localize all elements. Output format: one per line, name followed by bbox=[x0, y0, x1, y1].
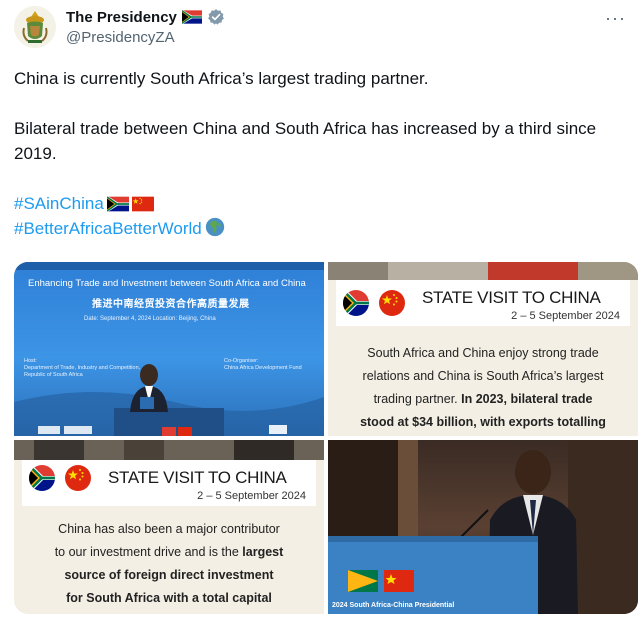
display-name[interactable]: The Presidency bbox=[66, 9, 177, 26]
media-image-conference[interactable]: Enhancing Trade and Investment between S… bbox=[14, 262, 324, 436]
trade-line-3: trading partner. In 2023, bilateral trad… bbox=[328, 388, 638, 411]
state-visit-title: STATE VISIT TO CHINA bbox=[422, 288, 601, 307]
china-flag-icon bbox=[379, 290, 405, 316]
china-flag-icon bbox=[131, 196, 154, 212]
author-handle[interactable]: @PresidencyZA bbox=[66, 29, 175, 46]
tweet-header: The Presidency @PresidencyZA ··· bbox=[14, 6, 626, 50]
avatar[interactable] bbox=[14, 6, 56, 48]
state-visit-banner: STATE VISIT TO CHINA 2 – 5 September 202… bbox=[22, 460, 316, 506]
trade-line-1: South Africa and China enjoy strong trad… bbox=[367, 346, 599, 360]
south-africa-flag-icon bbox=[181, 10, 202, 24]
tweet-paragraph-1: China is currently South Africa’s larges… bbox=[14, 69, 429, 88]
investment-line-2-normal: to our investment drive and is the bbox=[54, 545, 243, 559]
name-row: The Presidency bbox=[66, 8, 225, 26]
hashtag-sainchina[interactable]: #SAinChina bbox=[14, 194, 104, 213]
tweet-paragraph-2: Bilateral trade between China and South … bbox=[14, 119, 597, 163]
media-image-state-visit-trade[interactable]: STATE VISIT TO CHINA 2 – 5 September 202… bbox=[328, 262, 638, 436]
host-text: Department of Trade, Industry and Compet… bbox=[24, 365, 141, 378]
state-visit-dates: 2 – 5 September 2024 bbox=[511, 310, 620, 322]
host-label: Host: bbox=[24, 358, 37, 364]
conference-coorganiser: Co-Organiser: China Africa Development F… bbox=[224, 358, 314, 372]
south-africa-flag-icon bbox=[29, 465, 55, 491]
more-icon[interactable]: ··· bbox=[605, 8, 626, 29]
hashtag-betterafrica[interactable]: #BetterAfricaBetterWorld bbox=[14, 219, 202, 238]
trade-line-2: relations and China is South Africa’s la… bbox=[362, 369, 604, 383]
investment-line-4: for South Africa with a total capital bbox=[14, 587, 324, 610]
trade-line-4-bold: stood at $34 billion, with exports total… bbox=[360, 415, 606, 429]
hashtag-line-2: #BetterAfricaBetterWorld bbox=[14, 216, 626, 241]
state-visit-banner: STATE VISIT TO CHINA 2 – 5 September 202… bbox=[336, 280, 630, 326]
investment-body-text: China has also been a major contributor … bbox=[14, 518, 324, 610]
coorg-label: Co-Organiser: bbox=[224, 358, 259, 364]
conference-date: Date: September 4, 2024 Location: Beijin… bbox=[84, 316, 216, 322]
conference-title: Enhancing Trade and Investment between S… bbox=[28, 278, 306, 289]
tweet-body: China is currently South Africa’s larges… bbox=[14, 66, 626, 241]
conference-host: Host: Department of Trade, Industry and … bbox=[24, 358, 144, 379]
trade-line-4: stood at $34 billion, with exports total… bbox=[328, 411, 638, 434]
president-podium-photo bbox=[328, 440, 638, 614]
media-image-state-visit-investment[interactable]: STATE VISIT TO CHINA 2 – 5 September 202… bbox=[14, 440, 324, 614]
china-flag-icon bbox=[65, 465, 91, 491]
trade-line-3-bold: In 2023, bilateral trade bbox=[461, 392, 593, 406]
investment-line-3-bold: source of foreign direct investment bbox=[64, 568, 274, 582]
state-visit-dates: 2 – 5 September 2024 bbox=[197, 490, 306, 502]
investment-line-2: to our investment drive and is the large… bbox=[14, 541, 324, 564]
investment-line-1: China has also been a major contributor bbox=[58, 522, 280, 536]
verified-badge-icon bbox=[208, 9, 224, 25]
globe-africa-icon bbox=[205, 217, 224, 237]
state-visit-title: STATE VISIT TO CHINA bbox=[108, 468, 287, 487]
investment-line-2-bold: largest bbox=[242, 545, 284, 559]
coat-of-arms-icon bbox=[14, 6, 56, 48]
hashtag-line-1: #SAinChina bbox=[14, 191, 626, 216]
podium-text: 2024 South Africa-China Presidential bbox=[332, 602, 455, 609]
investment-line-3: source of foreign direct investment bbox=[14, 564, 324, 587]
decorative-background bbox=[14, 440, 324, 460]
media-grid: Enhancing Trade and Investment between S… bbox=[14, 262, 638, 614]
investment-line-4-bold: for South Africa with a total capital bbox=[66, 591, 272, 605]
south-africa-flag-icon bbox=[343, 290, 369, 316]
trade-body-text: South Africa and China enjoy strong trad… bbox=[328, 342, 638, 434]
trade-line-3-normal: trading partner. bbox=[373, 392, 462, 406]
coorg-text: China Africa Development Fund bbox=[224, 365, 302, 371]
conference-subtitle: 推进中南经贸投资合作高质量发展 bbox=[92, 299, 250, 310]
media-image-president-podium[interactable]: 2024 South Africa-China Presidential bbox=[328, 440, 638, 614]
decorative-background bbox=[328, 262, 638, 280]
south-africa-flag-icon bbox=[106, 196, 129, 212]
